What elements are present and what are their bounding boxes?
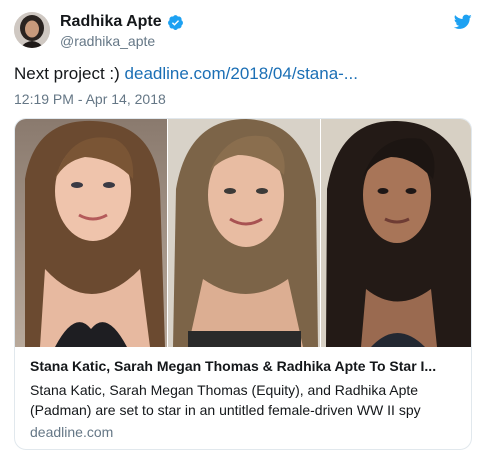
tweet-link[interactable]: deadline.com/2018/04/stana-... [125,64,358,83]
card-description: Stana Katic, Sarah Megan Thomas (Equity)… [30,382,421,418]
card-title[interactable]: Stana Katic, Sarah Megan Thomas & Radhik… [30,358,460,374]
display-name[interactable]: Radhika Apte [60,13,162,31]
portrait-photo-2 [167,119,320,347]
author-name-row[interactable]: Radhika Apte [60,13,184,31]
tweet-body: Next project :) [14,64,125,83]
tweet-text: Next project :) deadline.com/2018/04/sta… [14,64,358,84]
portrait-photo-3 [320,119,471,347]
link-preview-card[interactable]: Stana Katic, Sarah Megan Thomas & Radhik… [14,118,472,450]
card-image[interactable] [15,119,471,347]
card-domain: deadline.com [30,424,114,440]
tweet-card: Radhika Apte @radhika_apte Next project … [0,0,494,460]
verified-badge-icon [167,14,183,30]
twitter-bird-icon[interactable] [454,14,472,30]
tweet-timestamp[interactable]: 12:19 PM - Apr 14, 2018 [14,91,166,107]
avatar[interactable] [14,12,50,48]
portrait-photo-1 [15,119,167,347]
author-handle[interactable]: @radhika_apte [60,33,155,49]
